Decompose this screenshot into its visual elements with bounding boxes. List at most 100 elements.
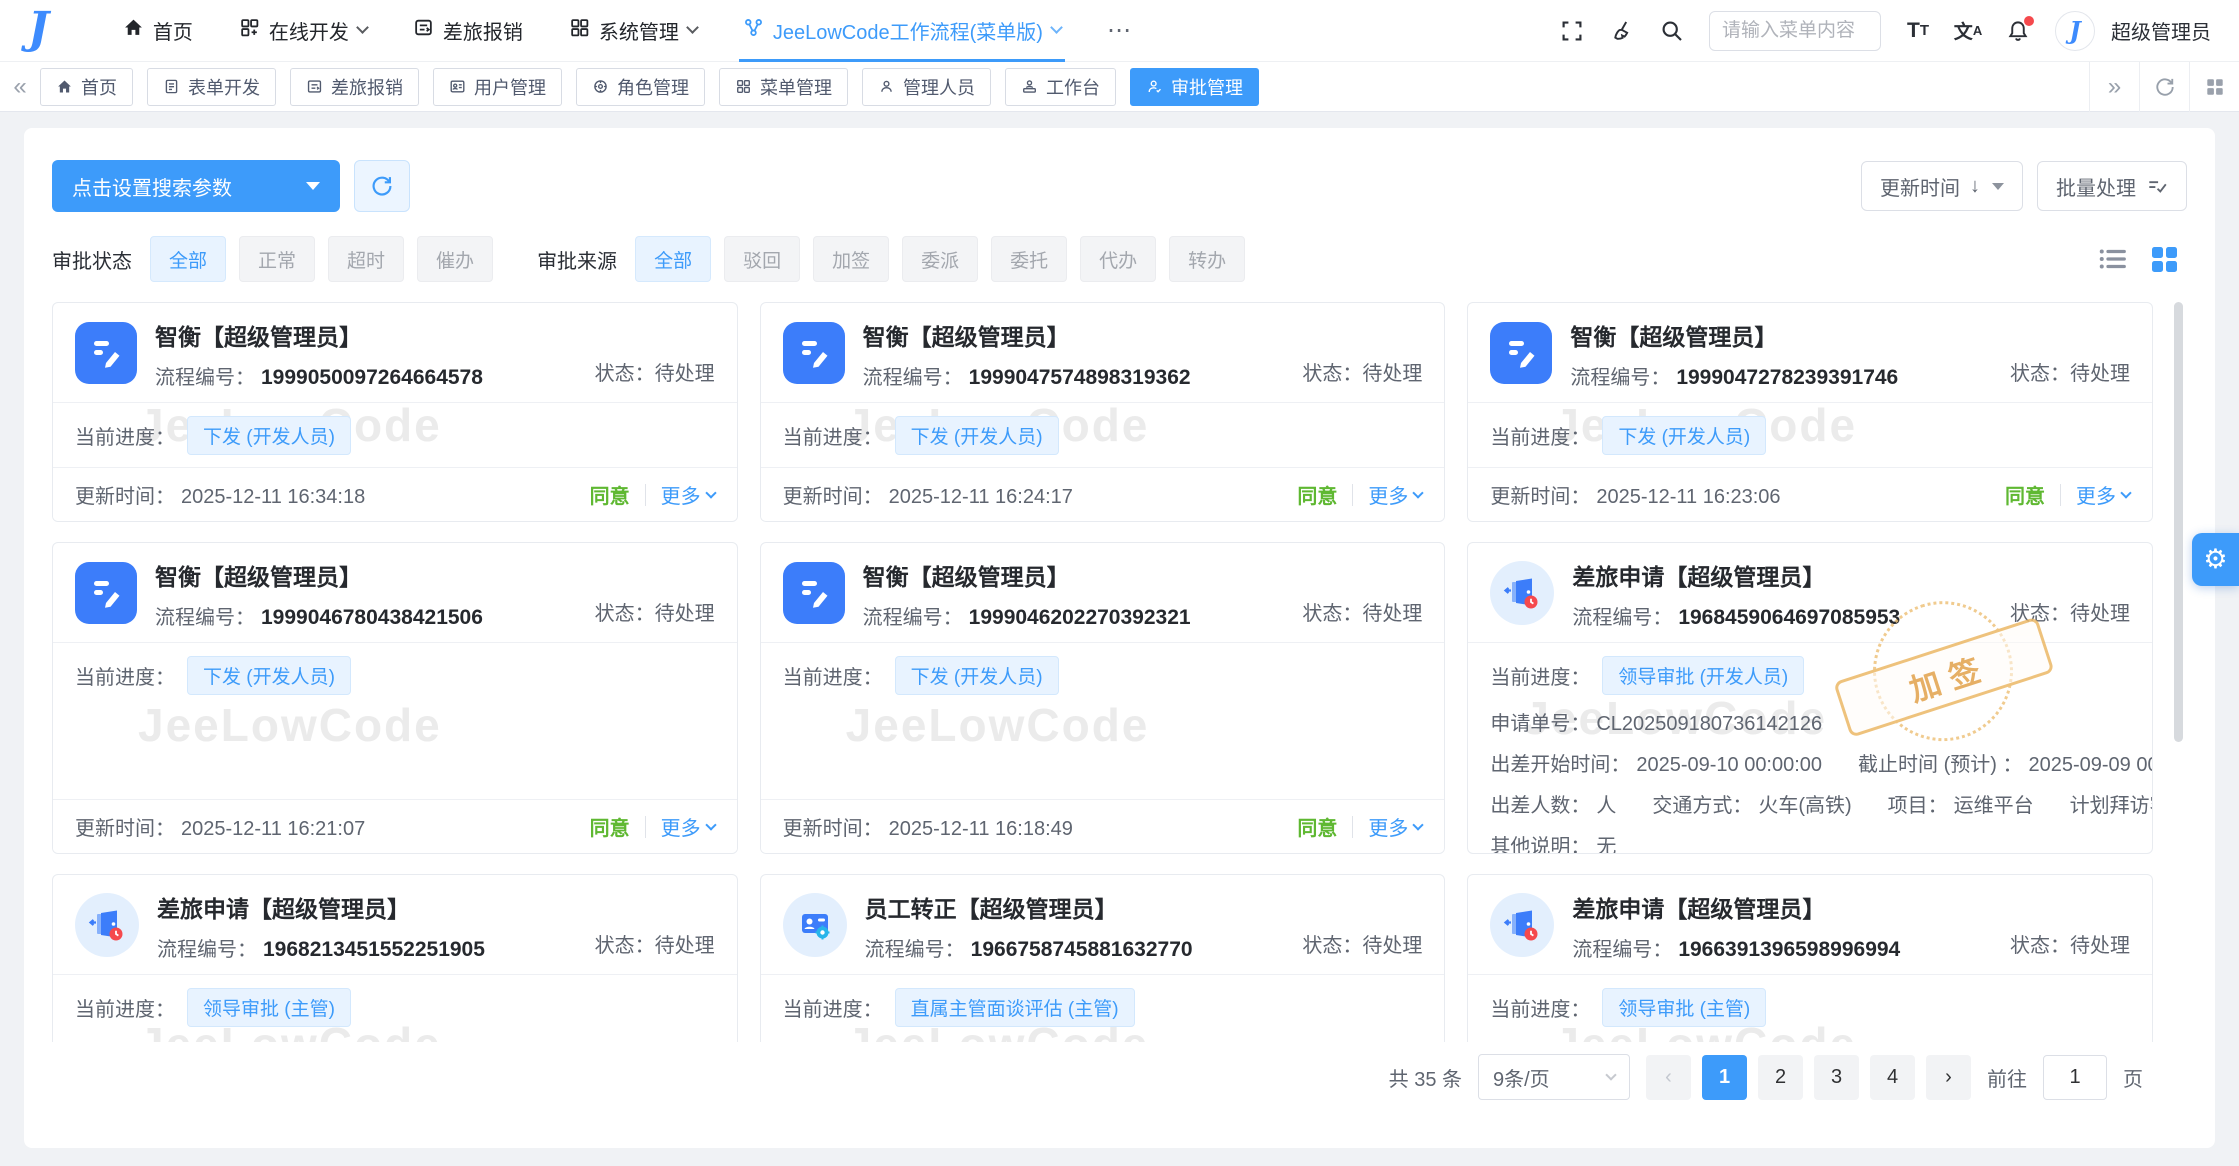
more-button[interactable]: 更多 — [2076, 480, 2130, 509]
page-size-select[interactable]: 9条/页 — [1478, 1054, 1630, 1100]
gear-icon: ⚙ — [2203, 544, 2227, 575]
list-view-icon[interactable] — [2098, 246, 2128, 272]
tabs-scroll-right-icon[interactable]: » — [2089, 62, 2139, 112]
source-filter-label: 审批来源 — [537, 245, 617, 274]
settings-fab[interactable]: ⚙ — [2192, 533, 2239, 586]
flow-number: 1999047574898319362 — [969, 366, 1191, 389]
agree-button[interactable]: 同意 — [2005, 480, 2045, 509]
vertical-scrollbar[interactable] — [2174, 302, 2183, 742]
approval-card[interactable]: 员工转正【超级管理员】 流程编号：1966758745881632770 状态：… — [760, 874, 1446, 1042]
caret-down-icon — [1992, 183, 2004, 190]
agree-button[interactable]: 同意 — [1297, 812, 1337, 841]
fullscreen-icon[interactable] — [1559, 18, 1585, 44]
card-title: 智衡【超级管理员】 — [863, 318, 1285, 352]
tab-role-mgmt[interactable]: 角色管理 — [576, 68, 705, 106]
modules-icon — [239, 17, 260, 44]
sort-by-updated-button[interactable]: 更新时间↓ — [1861, 161, 2023, 211]
page-button-2[interactable]: 2 — [1758, 1055, 1803, 1100]
grid-view-icon[interactable] — [2152, 247, 2177, 272]
progress-tag: 下发 (开发人员) — [895, 416, 1059, 455]
username-label[interactable]: 超级管理员 — [2111, 16, 2211, 45]
brand-logo[interactable]: J — [28, 7, 49, 51]
tab-admin-users[interactable]: 管理人员 — [862, 68, 991, 106]
search-icon[interactable] — [1659, 18, 1685, 44]
tabs-scroll-left-icon[interactable]: « — [0, 73, 40, 101]
goto-page-input[interactable] — [2043, 1055, 2107, 1100]
workflow-icon — [743, 17, 764, 44]
refresh-button[interactable] — [354, 160, 410, 212]
approval-card[interactable]: 差旅申请【超级管理员】 流程编号：1968213451552251905 状态：… — [52, 874, 738, 1042]
batch-process-button[interactable]: 批量处理 — [2037, 161, 2187, 211]
source-filter-reject[interactable]: 驳回 — [724, 236, 800, 282]
tab-home[interactable]: 首页 — [40, 68, 133, 106]
menu-search-input[interactable] — [1722, 20, 1868, 42]
source-filter-all[interactable]: 全部 — [635, 236, 711, 282]
progress-tag: 下发 (开发人员) — [187, 416, 351, 455]
nav-item-online-dev[interactable]: 在线开发 — [239, 0, 367, 62]
source-filter-entrust[interactable]: 委托 — [991, 236, 1067, 282]
source-filter-transfer[interactable]: 转办 — [1169, 236, 1245, 282]
card-title: 差旅申请【超级管理员】 — [157, 890, 577, 924]
user-avatar[interactable]: J — [2055, 11, 2095, 51]
tab-menu-mgmt[interactable]: 菜单管理 — [719, 68, 848, 106]
nav-item-travel-expense[interactable]: 差旅报销 — [413, 0, 523, 62]
prev-page-button[interactable]: ‹ — [1646, 1055, 1691, 1100]
pagination: 共 35 条 9条/页 ‹ 1 2 3 4 › 前往 页 — [52, 1054, 2187, 1100]
clear-cache-icon[interactable] — [1609, 18, 1635, 44]
travel-request-icon — [1490, 893, 1554, 957]
approval-card[interactable]: 智衡【超级管理员】 流程编号：1999047278239391746 状态：待处… — [1467, 302, 2153, 522]
source-filter-assign[interactable]: 委派 — [902, 236, 978, 282]
tab-user-mgmt[interactable]: 用户管理 — [433, 68, 562, 106]
workbench-icon — [1021, 78, 1038, 95]
approval-card[interactable]: 智衡【超级管理员】 流程编号：1999047574898319362 状态：待处… — [760, 302, 1446, 522]
source-filter-addsign[interactable]: 加签 — [813, 236, 889, 282]
tab-workbench[interactable]: 工作台 — [1005, 68, 1116, 106]
process-doc-icon — [1490, 322, 1552, 384]
nav-item-workflow[interactable]: JeeLowCode工作流程(菜单版) — [743, 0, 1061, 62]
process-doc-icon — [783, 322, 845, 384]
caret-down-icon — [306, 182, 320, 190]
language-icon[interactable]: 文A — [1955, 18, 1981, 44]
nav-item-home[interactable]: 首页 — [123, 0, 193, 62]
status-filter-all[interactable]: 全部 — [150, 236, 226, 282]
notification-bell-icon[interactable] — [2005, 18, 2031, 44]
tab-refresh-icon[interactable] — [2139, 62, 2189, 112]
expense-icon — [413, 17, 434, 44]
menu-search-box — [1709, 11, 1881, 51]
progress-tag: 下发 (开发人员) — [187, 656, 351, 695]
approval-card[interactable]: 智衡【超级管理员】 流程编号：1999050097264664578 状态：待处… — [52, 302, 738, 522]
search-params-button[interactable]: 点击设置搜索参数 — [52, 160, 340, 212]
page-button-4[interactable]: 4 — [1870, 1055, 1915, 1100]
status-filter-urge[interactable]: 催办 — [417, 236, 493, 282]
agree-button[interactable]: 同意 — [590, 480, 630, 509]
next-page-button[interactable]: › — [1926, 1055, 1971, 1100]
font-size-icon[interactable]: TT — [1905, 18, 1931, 44]
status-filter-overtime[interactable]: 超时 — [328, 236, 404, 282]
page-button-3[interactable]: 3 — [1814, 1055, 1859, 1100]
approval-card[interactable]: 加签 差旅申请【超级管理员】 流程编号：1968459064697085953 … — [1467, 542, 2153, 854]
more-button[interactable]: 更多 — [1368, 480, 1422, 509]
more-button[interactable]: 更多 — [1368, 812, 1422, 841]
page-button-1[interactable]: 1 — [1702, 1055, 1747, 1100]
nav-more-icon[interactable]: ⋯ — [1107, 16, 1133, 45]
status-filter-normal[interactable]: 正常 — [239, 236, 315, 282]
status-badge: 状态：待处理 — [1302, 929, 1422, 958]
flow-number: 1999047278239391746 — [1676, 366, 1898, 389]
approval-card[interactable]: 智衡【超级管理员】 流程编号：1999046202270392321 状态：待处… — [760, 542, 1446, 854]
source-filter-agent[interactable]: 代办 — [1080, 236, 1156, 282]
approval-card[interactable]: 智衡【超级管理员】 流程编号：1999046780438421506 状态：待处… — [52, 542, 738, 854]
tab-form-dev[interactable]: 表单开发 — [147, 68, 276, 106]
more-button[interactable]: 更多 — [661, 812, 715, 841]
more-button[interactable]: 更多 — [661, 480, 715, 509]
agree-button[interactable]: 同意 — [590, 812, 630, 841]
status-badge: 状态：待处理 — [595, 357, 715, 386]
tab-approval-mgmt[interactable]: 审批管理 — [1130, 68, 1259, 106]
nav-item-system-mgmt[interactable]: 系统管理 — [569, 0, 697, 62]
approval-card[interactable]: 差旅申请【超级管理员】 流程编号：1966391396598996994 状态：… — [1467, 874, 2153, 1042]
status-filter-label: 审批状态 — [52, 245, 132, 274]
page-content: 点击设置搜索参数 更新时间↓ 批量处理 — [0, 112, 2239, 1148]
tab-travel-expense[interactable]: 差旅报销 — [290, 68, 419, 106]
layout-grid-icon[interactable] — [2189, 62, 2239, 112]
tab-bar: « 首页 表单开发 差旅报销 用户管理 角色管理 — [0, 62, 2239, 112]
agree-button[interactable]: 同意 — [1297, 480, 1337, 509]
